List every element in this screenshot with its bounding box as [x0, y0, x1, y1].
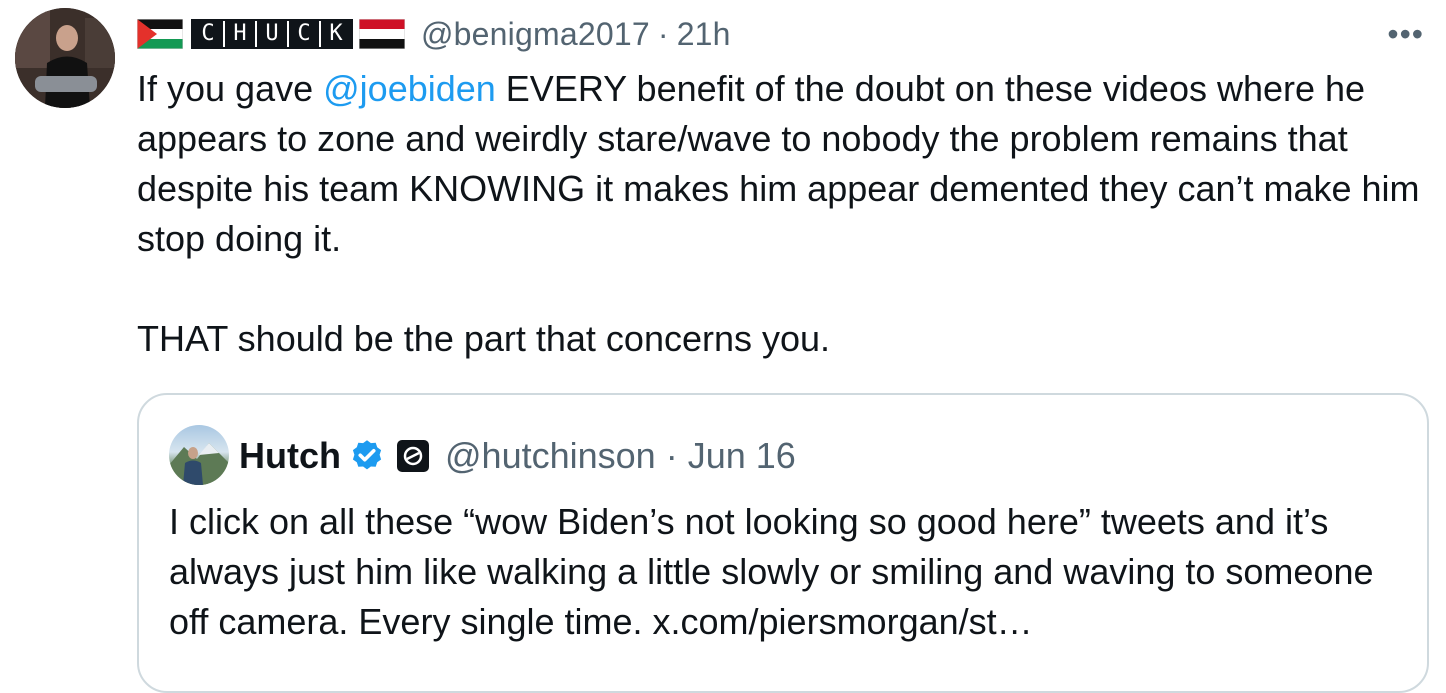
quote-body: I click on all these “wow Biden’s not lo…: [169, 497, 1409, 647]
quote-date[interactable]: Jun 16: [688, 435, 796, 477]
author-display-name[interactable]: C H U C K: [191, 19, 353, 49]
palestine-flag-icon: [137, 19, 183, 49]
affiliation-badge-icon[interactable]: [397, 440, 429, 472]
tweet-paragraph-2: THAT should be the part that concerns yo…: [137, 318, 831, 359]
tweet-body: If you gave @joebiden EVERY benefit of t…: [137, 64, 1437, 364]
tweet-text-lead: If you gave: [137, 68, 324, 109]
more-icon: •••: [1387, 16, 1424, 52]
quote-header: Hutch @hutchinson · Jun 16: [239, 433, 796, 479]
author-avatar-image: [15, 8, 115, 108]
author-handle[interactable]: @benigma2017: [421, 16, 650, 53]
name-letter: C: [287, 21, 319, 47]
tweet-header: C H U C K @benigma2017 · 21h: [137, 12, 731, 56]
quote-avatar-image: [169, 443, 229, 485]
quote-paragraph: I click on all these “wow Biden’s not lo…: [169, 501, 1374, 642]
tweet-paragraph-1: If you gave @joebiden EVERY benefit of t…: [137, 64, 1437, 264]
tweet[interactable]: C H U C K @benigma2017 · 21h ••• If you …: [0, 0, 1446, 693]
quoted-tweet[interactable]: Hutch @hutchinson · Jun 16 I click on al…: [137, 393, 1429, 693]
mention-link[interactable]: @joebiden: [323, 68, 496, 109]
quote-author-avatar[interactable]: [169, 425, 229, 485]
author-avatar[interactable]: [15, 8, 115, 108]
quote-author-name[interactable]: Hutch: [239, 435, 341, 477]
name-letter: K: [319, 21, 351, 47]
verified-badge-icon: [349, 438, 385, 474]
quote-meta-separator: ·: [665, 435, 678, 476]
tweet-time[interactable]: 21h: [677, 16, 731, 53]
name-letter: C: [201, 21, 215, 46]
more-options-button[interactable]: •••: [1387, 16, 1424, 53]
quote-author-handle[interactable]: @hutchinson: [445, 435, 656, 477]
meta-separator: ·: [657, 15, 669, 52]
name-letter: H: [223, 21, 255, 47]
name-letter: U: [255, 21, 287, 47]
yemen-flag-icon: [359, 19, 405, 49]
